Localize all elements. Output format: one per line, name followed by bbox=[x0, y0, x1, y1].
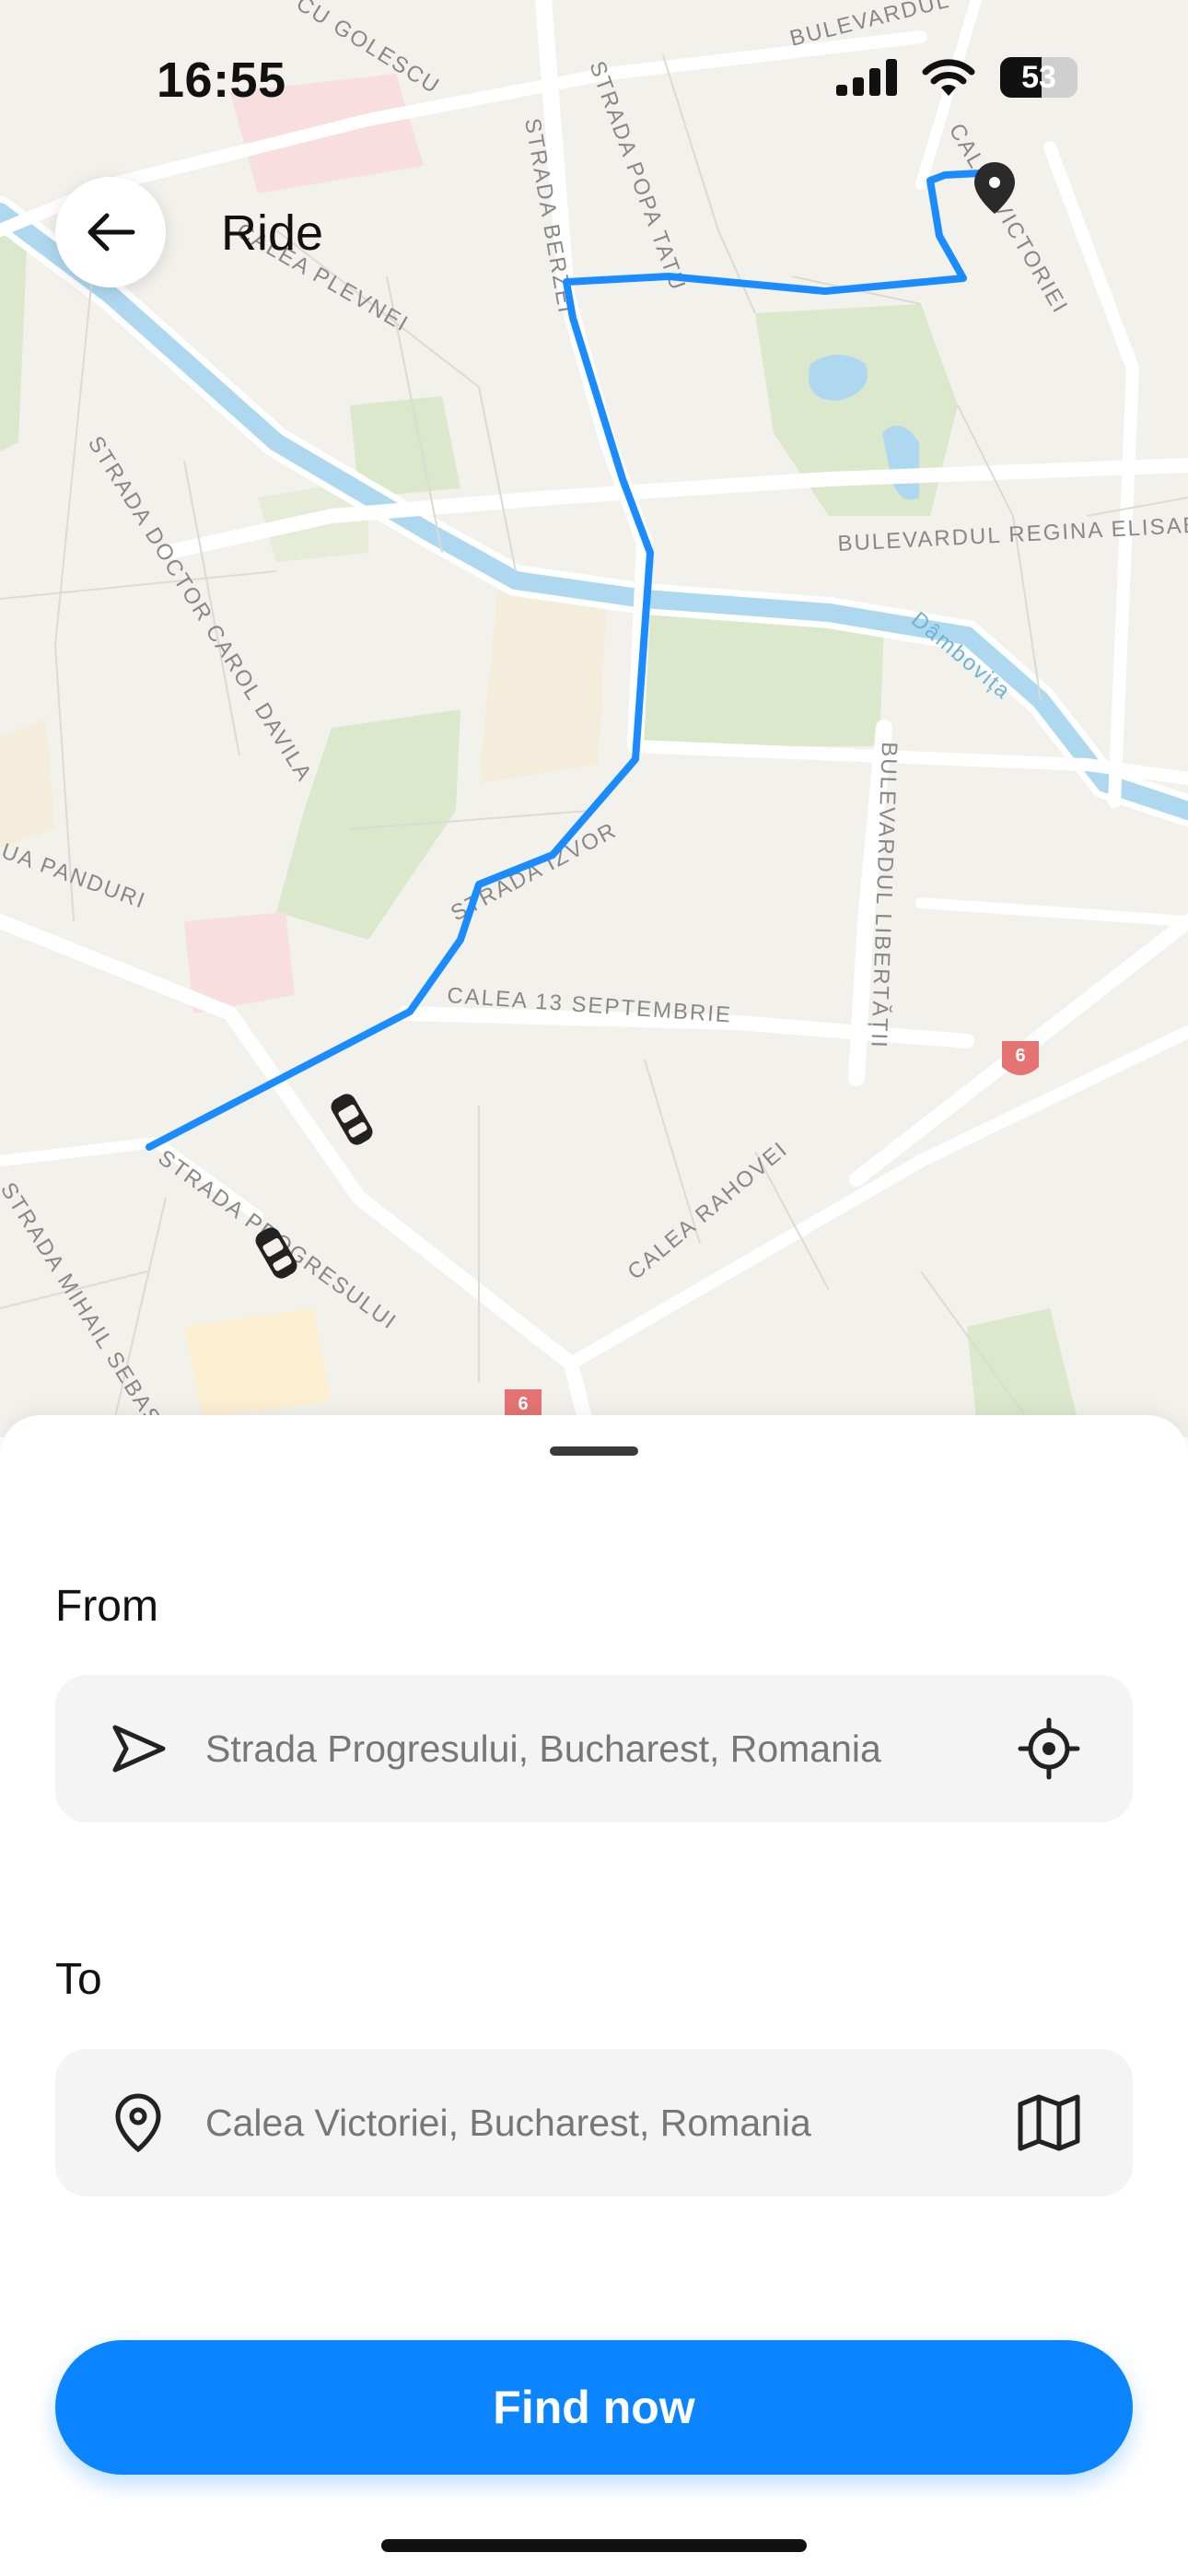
map-icon[interactable] bbox=[1013, 2087, 1085, 2159]
block-beige bbox=[479, 580, 608, 783]
status-time: 16:55 bbox=[157, 53, 286, 108]
label-mihail-sebastian: STRADA MIHAIL SEBASTIAN bbox=[0, 1178, 196, 1437]
from-value[interactable]: Strada Progresului, Bucharest, Romania bbox=[205, 1727, 1013, 1771]
battery-level: 53 bbox=[1021, 60, 1056, 95]
status-bar: 16:55 53 bbox=[0, 0, 1188, 157]
svg-text:6: 6 bbox=[518, 1394, 528, 1414]
map-view[interactable]: BULEVARDUL STRADA POPA TATU STRADA BERZE… bbox=[0, 0, 1188, 1437]
block-yellow bbox=[184, 1308, 332, 1419]
page-title: Ride bbox=[221, 205, 324, 261]
park-west bbox=[276, 709, 460, 940]
block-beige-2 bbox=[0, 719, 55, 848]
car-icon bbox=[331, 1094, 373, 1145]
navigation-arrow-icon bbox=[106, 1716, 170, 1781]
battery-icon: 53 bbox=[1000, 57, 1077, 98]
svg-text:6: 6 bbox=[1015, 1046, 1025, 1066]
cellular-signal-icon bbox=[836, 59, 897, 96]
label-rahovei: CALEA RAHOVEI bbox=[623, 1137, 793, 1285]
to-label: To bbox=[55, 1955, 102, 2004]
map-canvas[interactable]: BULEVARDUL STRADA POPA TATU STRADA BERZE… bbox=[0, 0, 1188, 1437]
status-icons: 53 bbox=[836, 57, 1077, 98]
label-carol-davila: STRADA DOCTOR CAROL DAVILA bbox=[83, 432, 317, 787]
label-panduri: UA PANDURI bbox=[0, 838, 149, 914]
back-button[interactable] bbox=[55, 177, 166, 287]
sheet-grabber[interactable] bbox=[550, 1446, 638, 1456]
home-indicator bbox=[381, 2539, 807, 2552]
to-field[interactable]: Calea Victoriei, Bucharest, Romania bbox=[55, 2049, 1133, 2196]
wifi-icon bbox=[922, 59, 975, 96]
location-pin-icon bbox=[106, 2090, 170, 2155]
road-shield-1: 6 bbox=[1002, 1041, 1039, 1075]
crosshair-icon[interactable] bbox=[1013, 1713, 1085, 1785]
arrow-left-icon bbox=[87, 213, 135, 252]
park-south-east bbox=[967, 1308, 1077, 1419]
park-edge bbox=[0, 221, 28, 451]
from-field[interactable]: Strada Progresului, Bucharest, Romania bbox=[55, 1675, 1133, 1822]
find-now-button[interactable]: Find now bbox=[55, 2340, 1133, 2475]
to-value[interactable]: Calea Victoriei, Bucharest, Romania bbox=[205, 2102, 1013, 2145]
from-label: From bbox=[55, 1582, 158, 1631]
